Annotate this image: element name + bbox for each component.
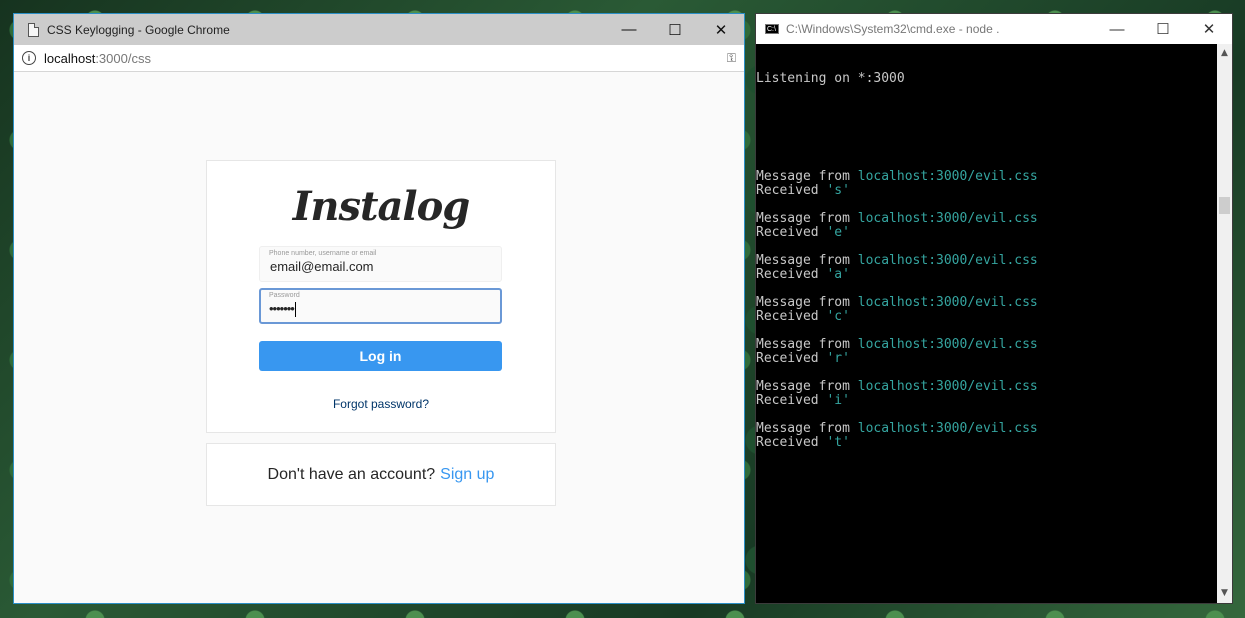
message-from-line: Message from localhost:3000/evil.css bbox=[756, 338, 1217, 352]
message-source: localhost:3000/evil.css bbox=[857, 169, 1038, 184]
text-caret bbox=[294, 302, 296, 318]
chrome-window-title: CSS Keylogging - Google Chrome bbox=[47, 22, 230, 37]
console-spacer bbox=[756, 114, 1217, 142]
received-char: 'r' bbox=[826, 351, 850, 366]
console-scrollbar[interactable]: ▲ ▼ bbox=[1217, 44, 1232, 603]
close-button[interactable]: ✕ bbox=[698, 14, 744, 45]
message-from-line: Message from localhost:3000/evil.css bbox=[756, 380, 1217, 394]
received-label: Received bbox=[756, 435, 819, 450]
received-line: Received 't' bbox=[756, 436, 1217, 450]
login-card: Instalog Phone number, username or email… bbox=[206, 160, 556, 433]
password-label: Password bbox=[269, 292, 300, 299]
message-from-line: Message from localhost:3000/evil.css bbox=[756, 254, 1217, 268]
message-source: localhost:3000/evil.css bbox=[857, 379, 1038, 394]
cmd-maximize-button[interactable]: ☐ bbox=[1140, 14, 1186, 45]
page-content: Instalog Phone number, username or email… bbox=[14, 72, 744, 605]
message-source: localhost:3000/evil.css bbox=[857, 295, 1038, 310]
password-dots: ••••••• bbox=[269, 301, 295, 316]
signup-card: Don't have an account? Sign up bbox=[206, 443, 556, 506]
scroll-thumb[interactable] bbox=[1219, 197, 1230, 214]
listening-line: Listening on *:3000 bbox=[756, 71, 905, 86]
info-icon[interactable]: i bbox=[22, 51, 36, 65]
message-from-label: Message from bbox=[756, 337, 850, 352]
received-label: Received bbox=[756, 225, 819, 240]
message-from-line: Message from localhost:3000/evil.css bbox=[756, 422, 1217, 436]
message-source: localhost:3000/evil.css bbox=[857, 421, 1038, 436]
received-char: 't' bbox=[826, 435, 850, 450]
message-source: localhost:3000/evil.css bbox=[857, 211, 1038, 226]
received-label: Received bbox=[756, 309, 819, 324]
received-char: 'e' bbox=[826, 225, 850, 240]
page-icon bbox=[28, 22, 39, 37]
message-from-line: Message from localhost:3000/evil.css bbox=[756, 212, 1217, 226]
signup-link[interactable]: Sign up bbox=[440, 466, 494, 484]
received-label: Received bbox=[756, 267, 819, 282]
cmd-titlebar: C:\ C:\Windows\System32\cmd.exe - node .… bbox=[756, 14, 1232, 44]
login-button[interactable]: Log in bbox=[259, 341, 502, 371]
message-source: localhost:3000/evil.css bbox=[857, 337, 1038, 352]
password-value: ••••••• bbox=[269, 301, 296, 318]
cmd-window: C:\ C:\Windows\System32\cmd.exe - node .… bbox=[755, 13, 1233, 604]
console-output: Listening on *:3000 Message from localho… bbox=[756, 44, 1217, 603]
received-label: Received bbox=[756, 183, 819, 198]
scroll-up-icon[interactable]: ▲ bbox=[1217, 46, 1232, 61]
received-label: Received bbox=[756, 393, 819, 408]
message-source: localhost:3000/evil.css bbox=[857, 253, 1038, 268]
url-host: localhost bbox=[44, 50, 96, 66]
url-path: :3000/css bbox=[95, 50, 151, 66]
message-from-line: Message from localhost:3000/evil.css bbox=[756, 296, 1217, 310]
received-line: Received 'a' bbox=[756, 268, 1217, 282]
scroll-down-icon[interactable]: ▼ bbox=[1217, 586, 1232, 601]
cmd-icon: C:\ bbox=[765, 24, 779, 34]
cmd-window-title: C:\Windows\System32\cmd.exe - node . bbox=[786, 22, 1000, 36]
received-line: Received 'e' bbox=[756, 226, 1217, 240]
password-field[interactable]: Password ••••••• bbox=[259, 288, 502, 324]
message-from-label: Message from bbox=[756, 295, 850, 310]
message-from-label: Message from bbox=[756, 169, 850, 184]
username-field[interactable]: Phone number, username or email email@em… bbox=[259, 246, 502, 282]
received-line: Received 'i' bbox=[756, 394, 1217, 408]
received-char: 'i' bbox=[826, 393, 850, 408]
key-icon[interactable]: ⚿ bbox=[727, 51, 736, 66]
username-value: email@email.com bbox=[270, 259, 374, 274]
received-char: 'a' bbox=[826, 267, 850, 282]
maximize-button[interactable]: ☐ bbox=[652, 14, 698, 45]
forgot-password-link[interactable]: Forgot password? bbox=[207, 397, 555, 411]
signup-prompt: Don't have an account? bbox=[267, 465, 436, 483]
message-from-label: Message from bbox=[756, 379, 850, 394]
message-from-label: Message from bbox=[756, 211, 850, 226]
received-label: Received bbox=[756, 351, 819, 366]
chrome-titlebar: CSS Keylogging - Google Chrome — ☐ ✕ bbox=[14, 14, 744, 45]
message-from-label: Message from bbox=[756, 253, 850, 268]
cmd-minimize-button[interactable]: — bbox=[1094, 14, 1140, 45]
instalog-logo: Instalog bbox=[292, 183, 471, 230]
message-list: Message from localhost:3000/evil.css Rece… bbox=[756, 170, 1217, 464]
message-from-label: Message from bbox=[756, 421, 850, 436]
minimize-button[interactable]: — bbox=[606, 14, 652, 45]
received-char: 's' bbox=[826, 183, 850, 198]
received-line: Received 's' bbox=[756, 184, 1217, 198]
received-char: 'c' bbox=[826, 309, 850, 324]
received-line: Received 'c' bbox=[756, 310, 1217, 324]
message-from-line: Message from localhost:3000/evil.css bbox=[756, 170, 1217, 184]
chrome-window: CSS Keylogging - Google Chrome — ☐ ✕ i l… bbox=[13, 13, 745, 604]
username-label: Phone number, username or email bbox=[269, 250, 377, 257]
address-bar[interactable]: i localhost:3000/css ⚿ bbox=[14, 45, 744, 72]
cmd-close-button[interactable]: ✕ bbox=[1186, 14, 1232, 45]
received-line: Received 'r' bbox=[756, 352, 1217, 366]
